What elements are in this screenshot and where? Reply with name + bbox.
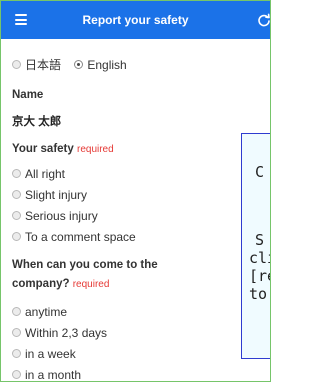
radio-unchecked-icon[interactable] (12, 307, 21, 317)
safety-option-serious-injury[interactable]: Serious injury (12, 209, 98, 223)
language-selector: 日本語 English (12, 56, 137, 73)
radio-unchecked-icon[interactable] (12, 190, 21, 200)
radio-unchecked-icon[interactable] (12, 370, 21, 380)
safety-option-all-right[interactable]: All right (12, 167, 65, 181)
radio-unchecked-icon[interactable] (12, 328, 21, 338)
app-frame: Report your safety 日本語 English Name 京大 太… (0, 0, 271, 382)
language-label-japanese: 日本語 (25, 58, 62, 72)
company-label-line1: When can you come to the (12, 259, 158, 271)
safety-required-badge: required (76, 144, 114, 155)
language-label-english: English (87, 58, 127, 72)
safety-label: Your safety required (12, 143, 114, 155)
safety-option-label: All right (25, 167, 66, 181)
popup-text-line: to (249, 285, 268, 303)
safety-option-slight-injury[interactable]: Slight injury (12, 188, 87, 202)
safety-option-label: Serious injury (25, 209, 98, 223)
radio-unchecked-icon[interactable] (12, 169, 21, 179)
top-bar: Report your safety (1, 1, 270, 39)
safety-label-text: Your safety (12, 143, 74, 155)
company-label-line2: company? required (12, 278, 109, 290)
popup-text-line: C (255, 163, 265, 181)
popup-text-line: [re (249, 267, 270, 285)
name-label: Name (12, 89, 44, 101)
company-option-month[interactable]: in a month (12, 368, 82, 382)
popup-text-line: clic (249, 249, 270, 267)
company-option-label: Within 2,3 days (25, 326, 108, 340)
safety-option-comment-space[interactable]: To a comment space (12, 230, 136, 244)
company-option-week[interactable]: in a week (12, 347, 76, 361)
page-title: Report your safety (82, 13, 189, 27)
radio-unchecked-icon[interactable] (12, 349, 21, 359)
company-option-anytime[interactable]: anytime (12, 305, 67, 319)
radio-unchecked-icon[interactable] (12, 232, 21, 242)
company-label-text: company? (12, 278, 70, 290)
language-option-japanese[interactable]: 日本語 (12, 58, 64, 72)
safety-option-label: To a comment space (25, 230, 136, 244)
company-option-label: in a month (25, 368, 82, 382)
company-required-badge: required (72, 279, 110, 290)
safety-option-label: Slight injury (25, 188, 88, 202)
company-option-label: anytime (25, 305, 68, 319)
form-content: 日本語 English Name 京大 太郎 Your safety requi… (1, 39, 270, 381)
refresh-icon[interactable] (257, 13, 271, 27)
popup-text-line: S (255, 231, 265, 249)
company-option-within-days[interactable]: Within 2,3 days (12, 326, 107, 340)
radio-unchecked-icon[interactable] (12, 60, 21, 70)
company-option-label: in a week (25, 347, 76, 361)
radio-unchecked-icon[interactable] (12, 211, 21, 221)
name-value: 京大 太郎 (12, 116, 62, 128)
language-option-english[interactable]: English (74, 58, 127, 72)
radio-checked-icon[interactable] (74, 60, 84, 70)
